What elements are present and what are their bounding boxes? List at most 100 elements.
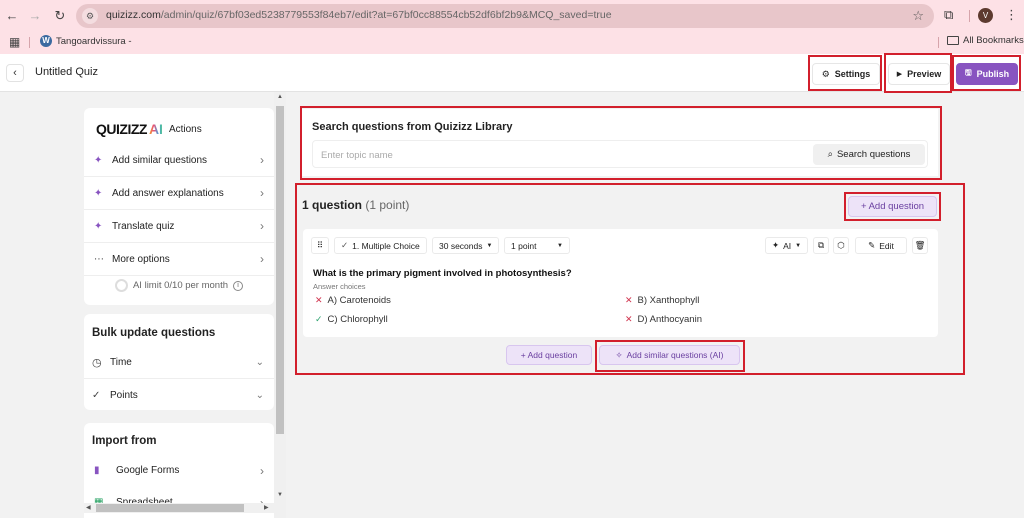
drag-handle-icon[interactable]: ⠿ <box>311 237 329 254</box>
usage-ring-icon <box>114 279 128 292</box>
bulk-update-points[interactable]: ✓ Points ⌄ <box>84 379 274 412</box>
site-settings-icon[interactable]: ⚙ <box>82 8 98 24</box>
bookmark-item[interactable]: W Tangoardvissura - <box>40 35 132 47</box>
add-question-bottom-button[interactable]: + Add question <box>506 345 592 365</box>
correct-check-icon: ✓ <box>315 314 323 324</box>
settings-button[interactable]: ⚙ Settings <box>812 63 880 85</box>
ai-limit-text: AI limit 0/10 per month <box>132 280 229 291</box>
clock-icon: ◷ <box>92 356 102 369</box>
publish-button[interactable]: 🖫 Publish <box>956 63 1018 85</box>
bookmark-star-icon[interactable]: ☆ <box>912 8 924 24</box>
incorrect-x-icon: ✕ <box>625 314 633 324</box>
search-questions-button[interactable]: ⌕ Search questions <box>813 144 925 165</box>
quiz-title: Untitled Quiz <box>35 66 98 78</box>
incorrect-x-icon: ✕ <box>625 295 633 305</box>
ai-dropdown[interactable]: ✦ AI ▼ <box>765 237 809 254</box>
divider <box>969 10 970 22</box>
add-question-label: + Add question <box>860 201 925 212</box>
sidebar-horizontal-scrollbar[interactable]: ◀ ▶ <box>84 503 274 513</box>
all-bookmarks-button[interactable]: All Bookmarks <box>947 35 1024 46</box>
duplicate-button[interactable]: ⧉ <box>813 237 829 254</box>
divider <box>938 37 939 48</box>
magic-wand-icon: ✧ <box>615 349 623 360</box>
time-dropdown[interactable]: 30 seconds ▼ <box>432 237 500 254</box>
wordpress-icon: W <box>40 35 52 47</box>
points-dropdown[interactable]: 1 point ▼ <box>504 237 570 254</box>
sparkle-icon: ✦ <box>772 240 780 250</box>
import-google-forms[interactable]: ▮ Google Forms › <box>84 454 274 487</box>
action-add-similar-questions[interactable]: ✦ Add similar questions › <box>84 144 274 177</box>
back-arrow-icon[interactable]: ← <box>3 7 21 25</box>
action-label: Translate quiz <box>112 220 175 232</box>
topic-search-input[interactable] <box>321 147 801 163</box>
edit-label: Edit <box>879 240 894 251</box>
question-type-pill[interactable]: ✓ 1. Multiple Choice <box>334 237 427 254</box>
action-add-answer-explanations[interactable]: ✦ Add answer explanations › <box>84 177 274 210</box>
settings-label: Settings <box>834 69 871 79</box>
scroll-down-arrow-icon[interactable]: ▼ <box>277 492 283 498</box>
tag-button[interactable]: ⬡ <box>833 237 849 254</box>
scroll-right-arrow-icon[interactable]: ▶ <box>264 504 269 511</box>
scrollbar-thumb[interactable] <box>96 504 244 512</box>
points-value: 1 point <box>511 240 537 251</box>
action-translate-quiz[interactable]: ✦ Translate quiz › <box>84 210 274 243</box>
back-button[interactable]: ‹ <box>6 64 24 82</box>
delete-button[interactable]: 🗑 <box>912 237 928 254</box>
save-disk-icon: 🖫 <box>964 68 972 77</box>
url-domain: quizizz.com <box>106 9 161 21</box>
answer-choice: ✕ A) Carotenoids <box>315 295 391 306</box>
browser-toolbar: ← → ↻ ⚙ quizizz.com/admin/quiz/67bf03ed5… <box>0 0 1024 32</box>
info-icon[interactable]: i <box>233 280 244 291</box>
library-search-card: Search questions from Quizizz Library ⌕ … <box>302 109 938 176</box>
forward-arrow-icon[interactable]: → <box>26 7 44 25</box>
bookmarks-bar: ▦ W Tangoardvissura - All Bookmarks <box>0 32 1024 54</box>
address-bar[interactable]: ⚙ quizizz.com/admin/quiz/67bf03ed5238779… <box>76 4 934 28</box>
incorrect-x-icon: ✕ <box>315 295 323 305</box>
sparkle-icon: ✦ <box>94 187 103 199</box>
logo-text: QUIZIZZ <box>96 121 147 137</box>
profile-avatar[interactable]: V <box>978 8 993 23</box>
chevron-down-icon: ⌄ <box>255 390 264 401</box>
url-path: /admin/quiz/67bf03ed5238779553f84eb7/edi… <box>160 9 612 21</box>
pencil-icon: ✎ <box>868 240 876 250</box>
add-question-label: + Add question <box>520 350 578 360</box>
answer-choice-correct: ✓ C) Chlorophyll <box>315 314 388 325</box>
reload-icon[interactable]: ↻ <box>51 7 69 25</box>
search-questions-label: Search questions <box>836 149 911 160</box>
add-question-button[interactable]: + Add question <box>848 196 937 217</box>
all-bookmarks-label: All Bookmarks <box>963 35 1024 46</box>
sidebar-vertical-scrollbar[interactable]: ▲ ▼ <box>274 92 286 518</box>
check-icon: ✓ <box>341 240 349 250</box>
url-text[interactable]: quizizz.com/admin/quiz/67bf03ed523877955… <box>106 9 612 21</box>
browser-menu-kebab-icon[interactable]: ⋮ <box>1005 7 1018 23</box>
apps-grid-icon[interactable]: ▦ <box>9 35 20 49</box>
answer-choice-label: B) Xanthophyll <box>637 295 700 306</box>
action-more-options[interactable]: ⋯ More options › <box>84 243 274 276</box>
ai-limit-indicator: AI limit 0/10 per month i <box>84 279 274 292</box>
import-spreadsheet[interactable]: ▦ Spreadsheet › <box>84 486 274 518</box>
scroll-left-arrow-icon[interactable]: ◀ <box>86 504 91 511</box>
add-similar-questions-ai-button[interactable]: ✧ Add similar questions (AI) <box>599 345 740 365</box>
bulk-item-label: Time <box>110 356 132 368</box>
preview-label: Preview <box>907 69 942 79</box>
bulk-update-time[interactable]: ◷ Time ⌄ <box>84 346 274 379</box>
answer-choices-label: Answer choices <box>313 282 366 291</box>
publish-label: Publish <box>976 69 1010 79</box>
bulk-update-card: Bulk update questions ◷ Time ⌄ ✓ Points … <box>84 314 274 410</box>
action-label: Add similar questions <box>112 154 208 166</box>
divider <box>29 37 30 48</box>
action-label: More options <box>112 253 170 265</box>
bulk-item-label: Points <box>110 390 138 401</box>
import-title: Import from <box>92 435 157 447</box>
preview-button[interactable]: ▶ Preview <box>888 63 950 85</box>
extensions-puzzle-icon[interactable]: ⧉ <box>944 7 953 23</box>
scroll-up-arrow-icon[interactable]: ▲ <box>277 94 283 100</box>
answer-choice: ✕ B) Xanthophyll <box>625 295 699 306</box>
play-icon: ▶ <box>896 71 903 78</box>
edit-button[interactable]: ✎ Edit <box>855 237 907 254</box>
logo-ai-text: AI <box>148 121 163 137</box>
trash-icon: 🗑 <box>914 240 926 250</box>
scrollbar-thumb[interactable] <box>276 106 284 434</box>
chevron-down-icon: ⌄ <box>255 356 264 368</box>
import-item-label: Google Forms <box>116 465 180 476</box>
